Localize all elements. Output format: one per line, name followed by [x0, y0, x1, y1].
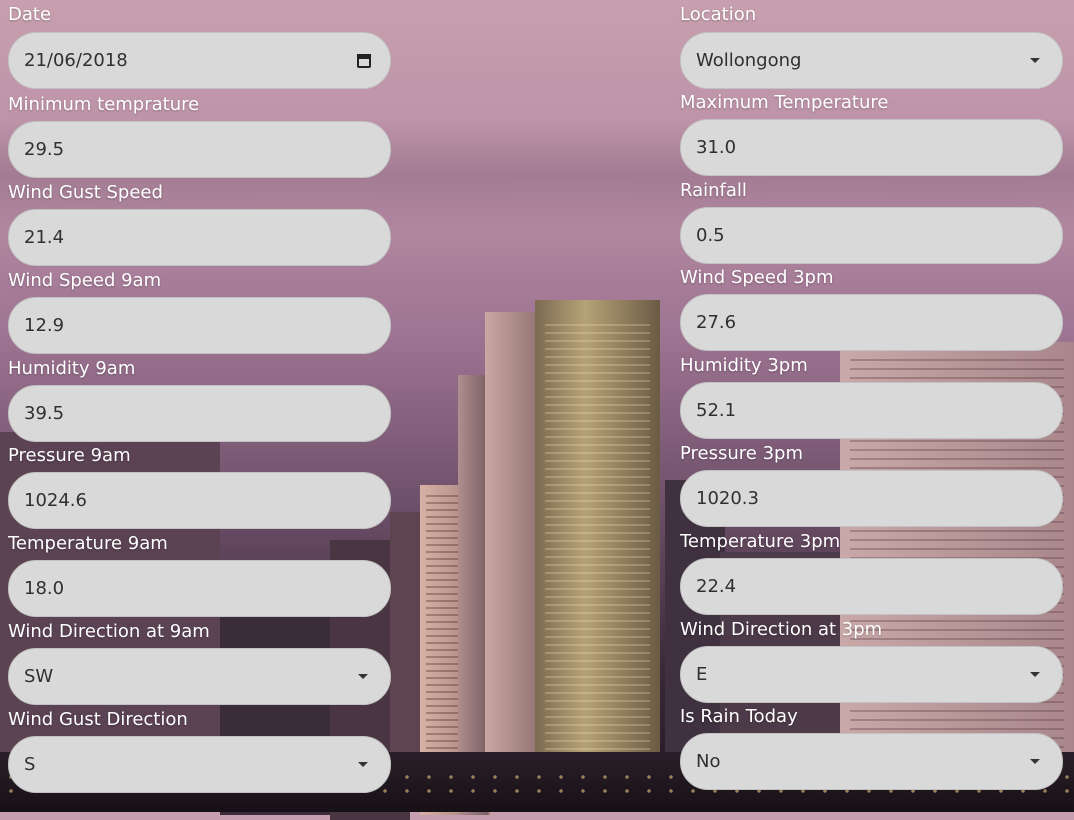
- field-label: Pressure 9am: [8, 445, 131, 466]
- input-value: 22.4: [696, 576, 737, 597]
- field-label: Rainfall: [680, 180, 747, 201]
- chevron-down-icon: [358, 674, 368, 679]
- chevron-down-icon: [1030, 58, 1040, 63]
- calendar-icon[interactable]: [357, 53, 371, 68]
- temperature-3pm-input[interactable]: 22.4: [680, 558, 1063, 615]
- date-value: 21/06/2018: [24, 50, 128, 71]
- wind-gust-direction-select[interactable]: S: [8, 736, 391, 793]
- field-label: Humidity 3pm: [680, 355, 808, 376]
- wind-speed-3pm-input[interactable]: 27.6: [680, 294, 1063, 351]
- building: [458, 375, 488, 815]
- pressure-3pm-input[interactable]: 1020.3: [680, 470, 1063, 527]
- input-value: 1024.6: [24, 490, 87, 511]
- chevron-down-icon: [358, 762, 368, 767]
- location-select[interactable]: Wollongong: [680, 32, 1063, 89]
- is-rain-today-select[interactable]: No: [680, 733, 1063, 790]
- min-temperature-input[interactable]: 29.5: [8, 121, 391, 178]
- humidity-9am-input[interactable]: 39.5: [8, 385, 391, 442]
- input-value: 21.4: [24, 227, 65, 248]
- select-value: Wollongong: [696, 50, 802, 71]
- select-value: No: [696, 751, 721, 772]
- input-value: 39.5: [24, 403, 65, 424]
- field-label: Humidity 9am: [8, 358, 136, 379]
- field-label: Pressure 3pm: [680, 443, 803, 464]
- input-value: 1020.3: [696, 488, 759, 509]
- field-label: Maximum Temperature: [680, 92, 889, 113]
- input-value: 12.9: [24, 315, 65, 336]
- field-label: Wind Direction at 9am: [8, 621, 210, 642]
- input-value: 29.5: [24, 139, 65, 160]
- input-value: 52.1: [696, 400, 737, 421]
- field-label: Location: [680, 4, 757, 25]
- wind-direction-9am-select[interactable]: SW: [8, 648, 391, 705]
- field-label: Wind Gust Speed: [8, 182, 163, 203]
- wind-speed-9am-input[interactable]: 12.9: [8, 297, 391, 354]
- field-label: Temperature 3pm: [680, 531, 841, 552]
- select-value: E: [696, 664, 708, 685]
- wind-direction-3pm-select[interactable]: E: [680, 646, 1063, 703]
- temperature-9am-input[interactable]: 18.0: [8, 560, 391, 617]
- rainfall-input[interactable]: 0.5: [680, 207, 1063, 264]
- wind-gust-speed-input[interactable]: 21.4: [8, 209, 391, 266]
- chevron-down-icon: [1030, 759, 1040, 764]
- field-label: Is Rain Today: [680, 706, 798, 727]
- field-label: Wind Speed 3pm: [680, 267, 834, 288]
- pressure-9am-input[interactable]: 1024.6: [8, 472, 391, 529]
- field-label: Minimum temprature: [8, 94, 200, 115]
- select-value: S: [24, 754, 36, 775]
- field-label: Wind Direction at 3pm: [680, 619, 883, 640]
- input-value: 31.0: [696, 137, 737, 158]
- max-temperature-input[interactable]: 31.0: [680, 119, 1063, 176]
- field-label: Wind Speed 9am: [8, 270, 162, 291]
- building-tower: [535, 300, 660, 810]
- input-value: 0.5: [696, 225, 725, 246]
- chevron-down-icon: [1030, 672, 1040, 677]
- date-input[interactable]: 21/06/2018: [8, 32, 391, 89]
- field-label: Wind Gust Direction: [8, 709, 188, 730]
- field-label: Temperature 9am: [8, 533, 168, 554]
- field-label: Date: [8, 4, 52, 25]
- select-value: SW: [24, 666, 54, 687]
- input-value: 27.6: [696, 312, 737, 333]
- humidity-3pm-input[interactable]: 52.1: [680, 382, 1063, 439]
- input-value: 18.0: [24, 578, 65, 599]
